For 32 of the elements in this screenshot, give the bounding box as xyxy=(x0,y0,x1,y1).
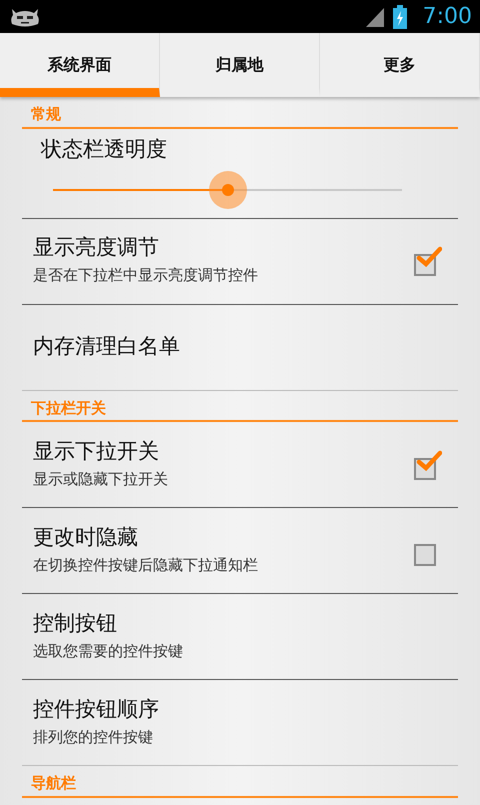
preference-row[interactable]: 显示亮度调节 是否在下拉栏中显示亮度调节控件 xyxy=(22,218,458,304)
section-header: 下拉栏开关 xyxy=(22,390,458,422)
preference-row[interactable]: 状态栏透明度 xyxy=(22,128,458,218)
tab[interactable]: 归属地 xyxy=(160,33,320,97)
preference-summary: 选取您需要的控件按键 xyxy=(33,640,184,662)
preference-row[interactable]: 显示下拉开关 显示或隐藏下拉开关 xyxy=(22,422,458,508)
checkbox[interactable] xyxy=(414,246,444,276)
preference-title: 控制按钮 xyxy=(33,610,118,636)
preference-title: 更改时隐藏 xyxy=(33,524,139,550)
preference-title: 状态栏透明度 xyxy=(40,137,168,163)
clock-time: 7:00 xyxy=(422,3,472,31)
tab[interactable]: 系统界面 xyxy=(0,33,160,97)
slider-track[interactable] xyxy=(53,188,402,191)
tab[interactable]: 更多 xyxy=(320,33,480,97)
preference-row[interactable]: 内存清理白名单 xyxy=(22,304,458,390)
preference-title: 控件按钮顺序 xyxy=(33,696,160,722)
preference-row[interactable]: 控制按钮 选取您需要的控件按键 xyxy=(22,594,458,680)
preference-title: 显示亮度调节 xyxy=(33,235,160,260)
section-header: 常规 xyxy=(22,97,458,128)
preference-row[interactable]: 更改时隐藏 在切换控件按键后隐藏下拉通知栏 xyxy=(22,508,458,594)
preference-row[interactable]: 控件按钮顺序 排列您的控件按键 xyxy=(22,680,458,766)
preference-title: 显示下拉开关 xyxy=(33,438,160,464)
signal-icon xyxy=(364,6,385,26)
battery-icon xyxy=(392,4,407,28)
checkbox[interactable] xyxy=(414,450,444,480)
preference-summary: 在切换控件按键后隐藏下拉通知栏 xyxy=(33,554,259,576)
preference-summary: 排列您的控件按键 xyxy=(33,726,154,748)
section-header: 导航栏 xyxy=(22,766,458,798)
slider-thumb[interactable] xyxy=(208,170,246,209)
preference-title: 内存清理白名单 xyxy=(33,334,181,360)
preference-summary: 显示或隐藏下拉开关 xyxy=(33,468,169,490)
preference-summary: 是否在下拉栏中显示亮度调节控件 xyxy=(33,265,259,286)
